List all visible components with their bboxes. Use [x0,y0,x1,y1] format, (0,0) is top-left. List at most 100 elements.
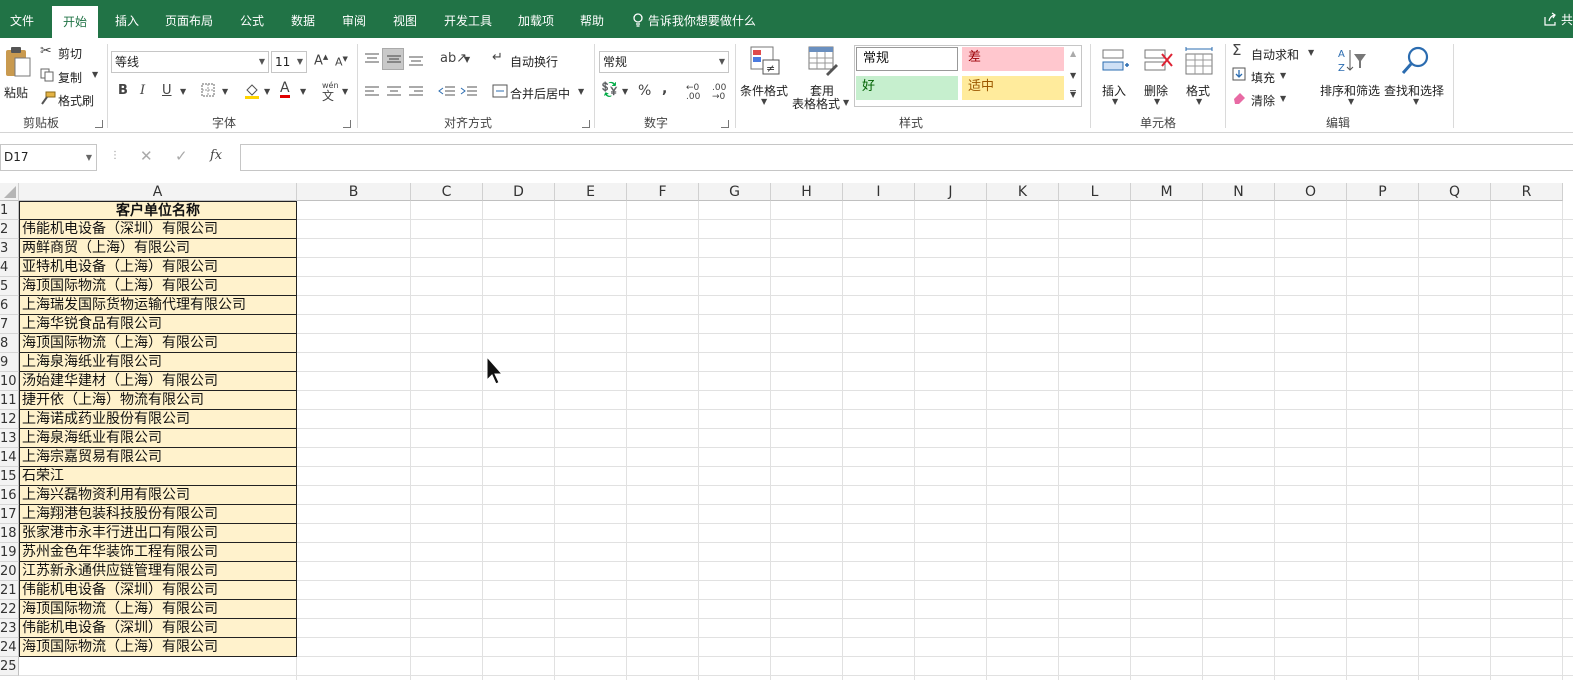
tab-view[interactable]: 视图 [393,0,417,38]
row-header-25[interactable]: 25 [0,657,19,676]
column-header-o[interactable]: O [1275,183,1347,201]
paste-button[interactable]: 粘贴 [2,44,36,104]
column-header-m[interactable]: M [1131,183,1203,201]
tab-home[interactable]: 开始 [52,6,99,38]
column-header-d[interactable]: D [483,183,555,201]
phonetic-icon[interactable]: wén 文 [322,82,339,103]
tab-review[interactable]: 审阅 [342,0,366,38]
row-header-20[interactable]: 20 [0,562,19,581]
fill-color-icon[interactable] [244,82,260,101]
table-cell[interactable]: 上海诺成药业股份有限公司 [19,410,297,429]
column-header-i[interactable]: I [843,183,915,201]
row-header-15[interactable]: 15 [0,467,19,486]
row-header-21[interactable]: 21 [0,581,19,600]
bold-button[interactable]: B [118,84,128,97]
fill-button[interactable]: 填充 ▼ [1232,67,1292,85]
cancel-icon[interactable]: ✕ [140,149,153,164]
find-select-button[interactable]: 查找和选择 ▼ [1384,44,1448,110]
comma-button[interactable]: , [662,82,667,96]
formula-input[interactable] [240,144,1573,171]
row-header-8[interactable]: 8 [0,334,19,353]
column-a-header-cell[interactable]: 客户单位名称 [19,201,297,220]
tab-developer[interactable]: 开发工具 [444,0,492,38]
table-cell[interactable]: 江苏新永通供应链管理有限公司 [19,562,297,581]
column-header-a[interactable]: A [19,183,297,201]
name-box[interactable]: D17 ▼ [0,144,97,171]
tab-insert[interactable]: 插入 [115,0,139,38]
font-name-select[interactable]: 等线 ▼ [111,51,269,73]
row-header-17[interactable]: 17 [0,505,19,524]
font-size-select[interactable]: 11 ▼ [271,51,307,73]
row-header-19[interactable]: 19 [0,543,19,562]
column-header-l[interactable]: L [1059,183,1131,201]
insert-cells-button[interactable]: 插入 ▼ [1098,44,1134,110]
column-header-p[interactable]: P [1347,183,1419,201]
column-header-n[interactable]: N [1203,183,1275,201]
row-header-22[interactable]: 22 [0,600,19,619]
format-cells-button[interactable]: 格式 ▼ [1182,44,1218,110]
tab-addins[interactable]: 加载项 [518,0,554,38]
tab-data[interactable]: 数据 [291,0,315,38]
select-all-corner[interactable] [0,183,19,201]
row-header-6[interactable]: 6 [0,296,19,315]
decrease-decimal-icon[interactable]: .00 →0 [712,84,726,102]
style-normal[interactable]: 常规 [856,47,958,71]
table-cell[interactable]: 亚特机电设备（上海）有限公司 [19,258,297,277]
sort-filter-button[interactable]: AZ 排序和筛选 ▼ [1320,44,1382,110]
decrease-font-icon[interactable]: A▼ [335,56,348,68]
align-center-icon[interactable] [386,84,402,100]
table-cell[interactable]: 上海华锐食品有限公司 [19,315,297,334]
row-header-5[interactable]: 5 [0,277,19,296]
column-header-q[interactable]: Q [1419,183,1491,201]
gallery-down-icon[interactable]: ▼ [1070,72,1076,80]
currency-icon[interactable]: 💱 [601,83,618,97]
clipboard-launcher-icon[interactable] [95,120,103,128]
table-cell[interactable]: 海顶国际物流（上海）有限公司 [19,277,297,296]
table-cell[interactable]: 海顶国际物流（上海）有限公司 [19,334,297,353]
table-cell[interactable]: 上海兴磊物资利用有限公司 [19,486,297,505]
delete-cells-button[interactable]: 删除 ▼ [1140,44,1176,110]
italic-button[interactable]: I [140,84,145,97]
row-header-3[interactable]: 3 [0,239,19,258]
decrease-indent-icon[interactable] [438,84,456,100]
align-left-icon[interactable] [364,84,380,100]
tab-file[interactable]: 文件 [10,0,34,38]
copy-button[interactable]: 复制 ▼ [40,67,100,85]
align-right-icon[interactable] [408,84,424,100]
table-cell[interactable]: 张家港市永丰行进出口有限公司 [19,524,297,543]
number-format-select[interactable]: 常规 ▼ [599,51,729,73]
table-cell[interactable]: 两鲜商贸（上海）有限公司 [19,239,297,258]
number-launcher-icon[interactable] [721,120,729,128]
tab-formulas[interactable]: 公式 [240,0,264,38]
borders-icon[interactable] [201,83,215,99]
chevron-down-icon[interactable]: ▼ [464,56,470,64]
row-header-4[interactable]: 4 [0,258,19,277]
row-header-23[interactable]: 23 [0,619,19,638]
tab-help[interactable]: 帮助 [580,0,604,38]
percent-button[interactable]: % [638,84,651,98]
worksheet-grid[interactable]: ABCDEFGHIJKLMNOPQR 1 2 3 4 5 6 7 8 9 10 11 12 13 14 15… [0,183,1573,680]
align-middle-icon[interactable] [382,48,404,70]
style-neutral[interactable]: 适中 [962,76,1064,100]
increase-decimal-icon[interactable]: ←0.00 [686,84,700,102]
autosum-button[interactable]: Σ 自动求和 ▼ [1232,43,1316,63]
font-launcher-icon[interactable] [343,120,351,128]
table-cell[interactable]: 上海瑞发国际货物运输代理有限公司 [19,296,297,315]
chevron-down-icon[interactable]: ▼ [342,88,348,96]
insert-function-icon[interactable]: fx [210,149,222,162]
gallery-more-icon[interactable]: ▼ [1070,90,1077,99]
underline-button[interactable]: U [162,84,172,97]
chevron-down-icon[interactable]: ▼ [300,88,306,96]
clear-button[interactable]: 清除 ▼ [1232,90,1292,108]
column-header-r[interactable]: R [1491,183,1563,201]
wrap-text-button[interactable]: ↵ 自动换行 [492,51,572,69]
align-top-icon[interactable] [364,52,380,68]
gallery-up-icon[interactable]: ▲ [1070,50,1076,58]
table-cell[interactable]: 海顶国际物流（上海）有限公司 [19,600,297,619]
column-header-f[interactable]: F [627,183,699,201]
tab-page-layout[interactable]: 页面布局 [165,0,213,38]
font-color-icon[interactable]: A [280,81,290,98]
format-as-table-button[interactable]: 套用 表格格式 ▼ [792,44,850,111]
table-cell[interactable]: 伟能机电设备（深圳）有限公司 [19,619,297,638]
style-good[interactable]: 好 [856,76,958,100]
